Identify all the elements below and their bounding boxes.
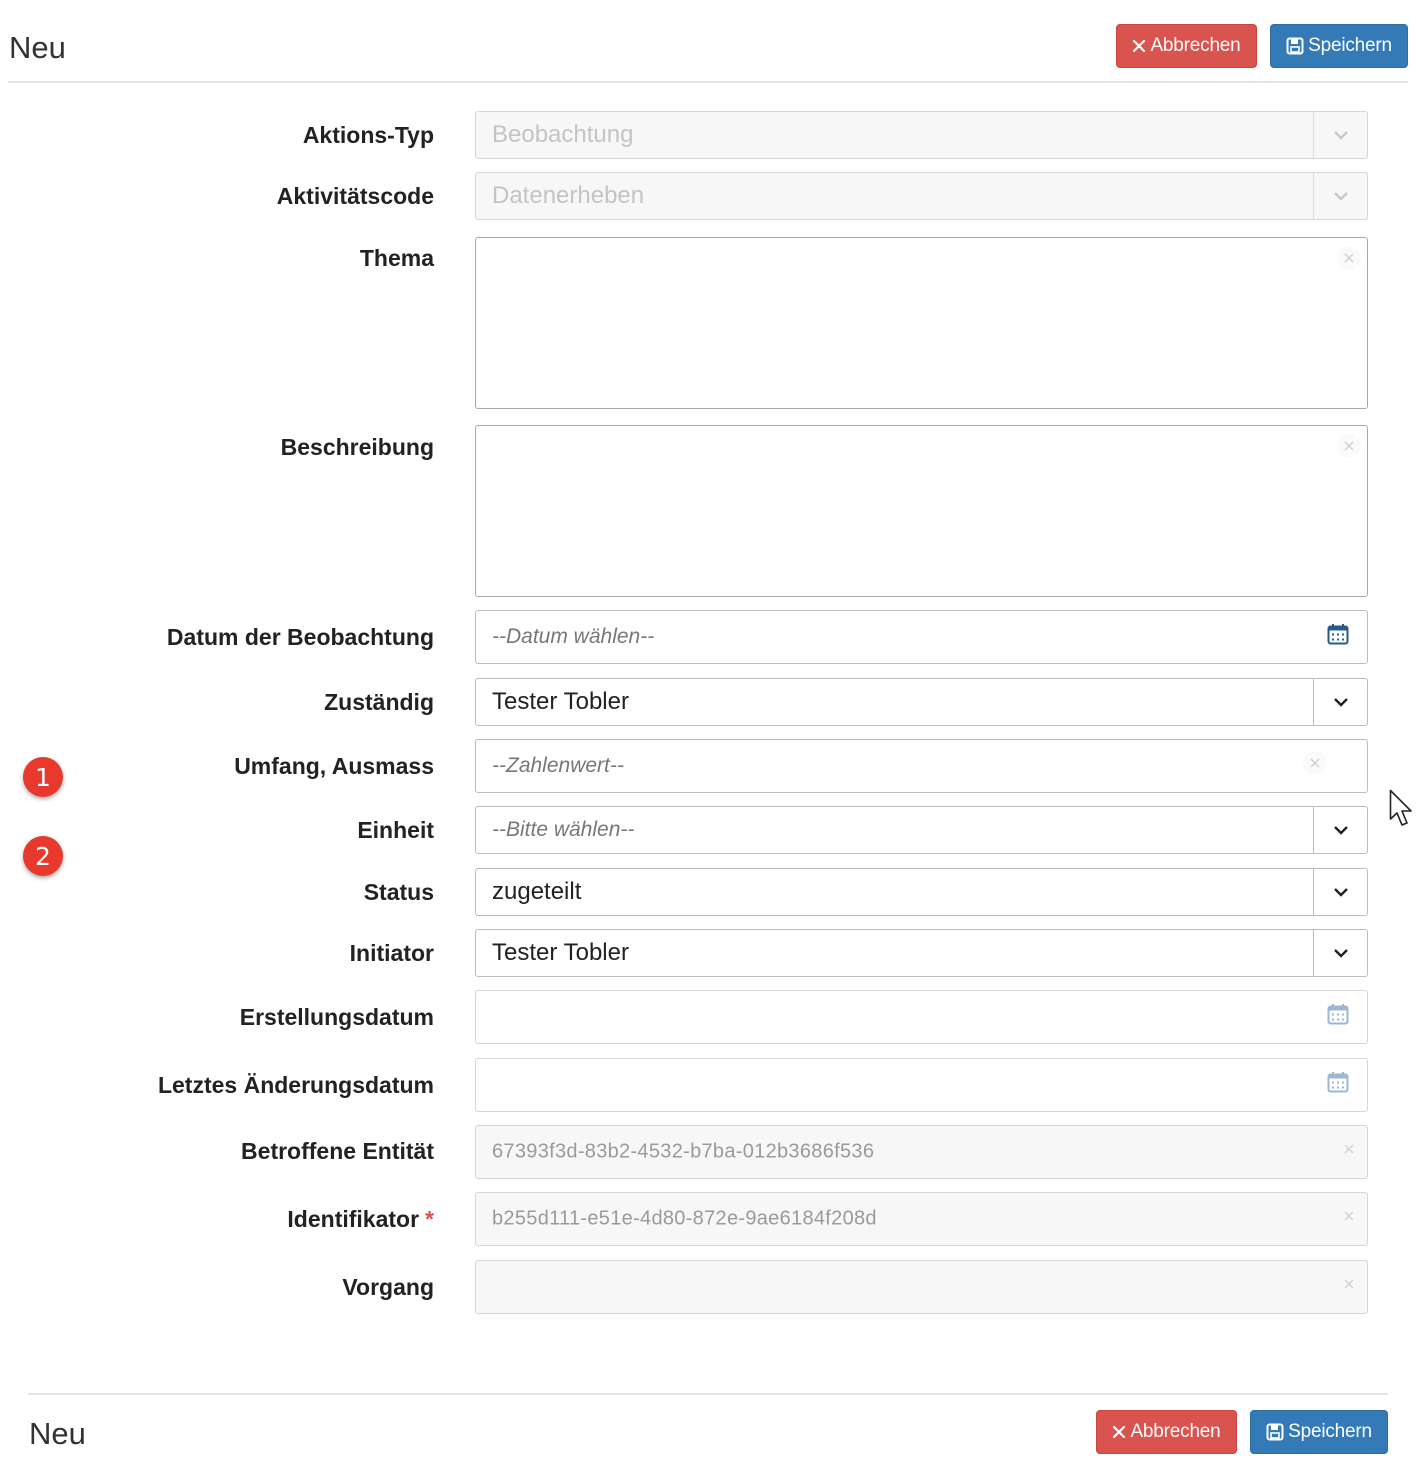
footer-title: Neu <box>29 1416 86 1451</box>
initiator-select[interactable]: Tester Tobler <box>475 929 1368 977</box>
beschreibung-textarea[interactable] <box>475 425 1368 597</box>
header-divider <box>8 81 1408 83</box>
clear-icon <box>1337 1204 1361 1228</box>
clear-icon <box>1337 1272 1361 1296</box>
annotation-badge-1: 1 <box>23 757 63 797</box>
calendar-icon <box>1327 1004 1349 1031</box>
chevron-down-icon <box>1333 949 1348 958</box>
status-label: Status <box>363 879 434 905</box>
initiator-value: Tester Tobler <box>492 939 629 966</box>
page-title: Neu <box>9 30 66 65</box>
datum-beobachtung-label: Datum der Beobachtung <box>166 624 434 650</box>
umfang-placeholder: --Zahlenwert-- <box>492 754 624 777</box>
datum-beobachtung-input[interactable]: --Datum wählen-- <box>475 610 1368 664</box>
umfang-input[interactable]: --Zahlenwert-- <box>475 739 1368 793</box>
status-value: zugeteilt <box>492 878 582 905</box>
identifikator-label: Identifikator * <box>287 1206 434 1233</box>
initiator-label: Initiator <box>349 940 434 966</box>
betroffene-entitaet-value: 67393f3d-83b2-4532-b7ba-012b3686f536 <box>492 1140 875 1163</box>
aktivitaetscode-dropdown-toggle[interactable] <box>1313 173 1367 219</box>
chevron-down-icon <box>1333 888 1348 897</box>
mouse-pointer-icon <box>1389 789 1415 836</box>
aktionstyp-label: Aktions-Typ <box>302 122 434 148</box>
zustaendig-value: Tester Tobler <box>492 688 629 715</box>
clear-icon[interactable] <box>1337 246 1361 270</box>
aktionstyp-value: Beobachtung <box>492 121 634 148</box>
aktionstyp-dropdown-toggle[interactable] <box>1313 112 1367 158</box>
zustaendig-label: Zuständig <box>324 689 434 715</box>
betroffene-entitaet-label: Betroffene Entität <box>241 1138 434 1164</box>
chevron-down-icon <box>1333 192 1348 201</box>
einheit-placeholder: --Bitte wählen-- <box>492 818 635 841</box>
erstellungsdatum-label: Erstellungsdatum <box>239 1004 434 1030</box>
identifikator-value: b255d111-e51e-4d80-872e-9ae6184f208d <box>492 1207 877 1230</box>
aktivitaetscode-label: Aktivitätscode <box>276 183 434 209</box>
initiator-dropdown-toggle[interactable] <box>1313 930 1367 976</box>
calendar-icon <box>1327 1072 1349 1099</box>
clear-icon <box>1337 1137 1361 1161</box>
vorgang-label: Vorgang <box>342 1274 434 1300</box>
thema-textarea[interactable] <box>475 237 1368 409</box>
calendar-icon[interactable] <box>1327 624 1349 651</box>
close-icon <box>1132 39 1146 53</box>
floppy-disk-icon <box>1286 37 1304 55</box>
thema-label: Thema <box>359 245 434 271</box>
cancel-button[interactable]: Abbrechen <box>1116 24 1257 68</box>
status-select[interactable]: zugeteilt <box>475 868 1368 916</box>
status-dropdown-toggle[interactable] <box>1313 869 1367 915</box>
erstellungsdatum-input <box>475 990 1368 1044</box>
chevron-down-icon <box>1333 131 1348 140</box>
chevron-down-icon <box>1333 698 1348 707</box>
identifikator-label-text: Identifikator <box>287 1206 420 1232</box>
save-button-label: Speichern <box>1308 35 1392 56</box>
footer-save-button[interactable]: Speichern <box>1250 1410 1388 1454</box>
aktivitaetscode-value: Datenerheben <box>492 182 645 209</box>
einheit-label: Einheit <box>357 817 434 843</box>
zustaendig-dropdown-toggle[interactable] <box>1313 679 1367 725</box>
footer-save-button-label: Speichern <box>1288 1421 1372 1442</box>
clear-icon[interactable] <box>1337 434 1361 458</box>
umfang-label: Umfang, Ausmass <box>234 753 434 779</box>
floppy-disk-icon <box>1266 1423 1284 1441</box>
cancel-button-label: Abbrechen <box>1150 35 1241 56</box>
vorgang-input <box>475 1260 1368 1314</box>
identifikator-input: b255d111-e51e-4d80-872e-9ae6184f208d <box>475 1192 1368 1246</box>
footer-cancel-button-label: Abbrechen <box>1130 1421 1221 1442</box>
save-button[interactable]: Speichern <box>1270 24 1408 68</box>
close-icon <box>1112 1425 1126 1439</box>
clear-icon[interactable] <box>1303 751 1327 775</box>
aktivitaetscode-select[interactable]: Datenerheben <box>475 172 1368 220</box>
einheit-dropdown-toggle[interactable] <box>1313 807 1367 853</box>
chevron-down-icon <box>1333 826 1348 835</box>
annotation-badge-2: 2 <box>23 836 63 876</box>
footer-divider <box>28 1393 1388 1395</box>
betroffene-entitaet-input: 67393f3d-83b2-4532-b7ba-012b3686f536 <box>475 1125 1368 1179</box>
einheit-select[interactable]: --Bitte wählen-- <box>475 806 1368 854</box>
letztes-aenderungsdatum-label: Letztes Änderungsdatum <box>157 1072 434 1098</box>
letztes-aenderungsdatum-input <box>475 1058 1368 1112</box>
aktionstyp-select[interactable]: Beobachtung <box>475 111 1368 159</box>
beschreibung-label: Beschreibung <box>280 434 434 460</box>
datum-beobachtung-placeholder: --Datum wählen-- <box>492 625 655 648</box>
zustaendig-select[interactable]: Tester Tobler <box>475 678 1368 726</box>
footer-cancel-button[interactable]: Abbrechen <box>1096 1410 1237 1454</box>
required-marker: * <box>425 1206 434 1232</box>
